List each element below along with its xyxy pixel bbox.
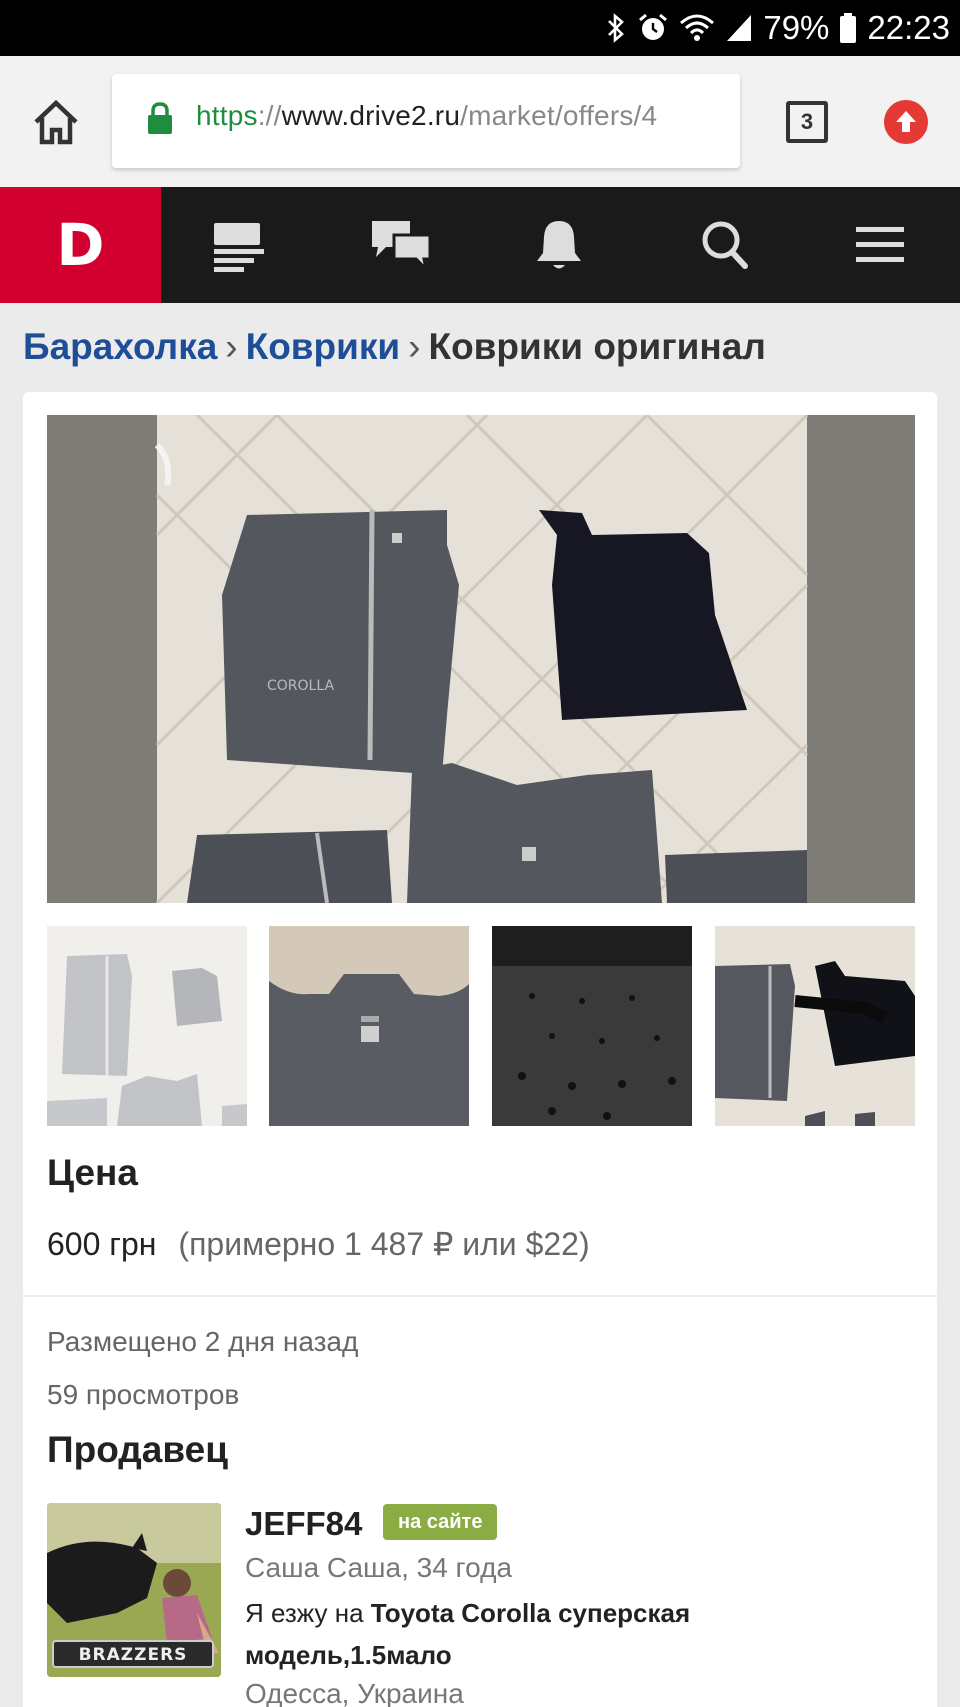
price-row: 600 грн (примерно 1 487 ₽ или $22) (47, 1225, 590, 1263)
address-bar[interactable]: https://www.drive2.ru/market/offers/4 (112, 74, 740, 168)
online-status-badge: на сайте (383, 1504, 498, 1540)
bluetooth-icon (605, 12, 627, 44)
update-icon[interactable] (884, 100, 928, 144)
avatar-watermark: BRAZZERS (79, 1645, 188, 1665)
home-icon[interactable] (30, 96, 82, 148)
seller-car: Я езжу на Toyota Corolla суперская модел… (245, 1592, 765, 1676)
messages-icon[interactable] (370, 217, 434, 274)
posted-date: Размещено 2 дня назад (47, 1326, 359, 1357)
browser-toolbar: https://www.drive2.ru/market/offers/4 3 (0, 56, 960, 187)
battery-icon (839, 12, 857, 44)
battery-percent: 79% (763, 9, 830, 46)
price-approx: (примерно 1 487 ₽ или $22) (178, 1226, 590, 1262)
divider (23, 1295, 937, 1297)
seller-city: Одесса, Украина (245, 1678, 464, 1707)
alarm-icon (637, 12, 669, 44)
signal-icon (725, 13, 753, 43)
photo-thumbnail[interactable] (492, 926, 692, 1126)
clock: 22:23 (867, 9, 950, 46)
price-heading: Цена (47, 1152, 138, 1193)
site-nav: D (0, 187, 960, 303)
seller-car-prefix: Я езжу на (245, 1598, 371, 1628)
breadcrumb-separator: › (225, 326, 238, 367)
offer-card: COROLLA Цена 600 грн (примерно 1 487 ₽ и… (23, 392, 937, 1707)
views-count: 59 просмотров (47, 1379, 240, 1410)
status-bar: 79% 22:23 (0, 0, 960, 56)
price-value: 600 грн (47, 1226, 157, 1262)
avatar[interactable]: BRAZZERS (47, 1503, 221, 1677)
photo-thumbnail[interactable] (47, 926, 247, 1126)
search-icon[interactable] (697, 217, 753, 273)
photo-thumbnail[interactable] (715, 926, 915, 1126)
svg-text:COROLLA: COROLLA (267, 678, 334, 694)
drive2-logo[interactable]: D (0, 187, 161, 303)
feed-icon[interactable] (211, 217, 267, 273)
breadcrumb: Барахолка › Коврики › Коврики оригинал (23, 326, 766, 368)
tabs-count-button[interactable]: 3 (786, 101, 828, 143)
seller-info: Саша Саша, 34 года (245, 1552, 513, 1583)
menu-icon[interactable] (853, 217, 909, 273)
lock-icon (146, 102, 174, 141)
url-text: https://www.drive2.ru/market/offers/4 (196, 100, 658, 131)
photo-thumbnail[interactable] (269, 926, 469, 1126)
breadcrumb-link-baraholka[interactable]: Барахолка (23, 326, 217, 367)
seller-heading: Продавец (47, 1429, 228, 1470)
seller-name[interactable]: JEFF84 (245, 1505, 362, 1543)
breadcrumb-separator: › (408, 326, 421, 367)
main-photo[interactable]: COROLLA (47, 415, 915, 903)
status-icons: 79% 22:23 (605, 0, 950, 56)
notifications-icon[interactable] (535, 217, 591, 273)
wifi-icon (679, 13, 715, 43)
breadcrumb-link-kovriki[interactable]: Коврики (246, 326, 401, 367)
page-title: Коврики оригинал (428, 326, 766, 367)
